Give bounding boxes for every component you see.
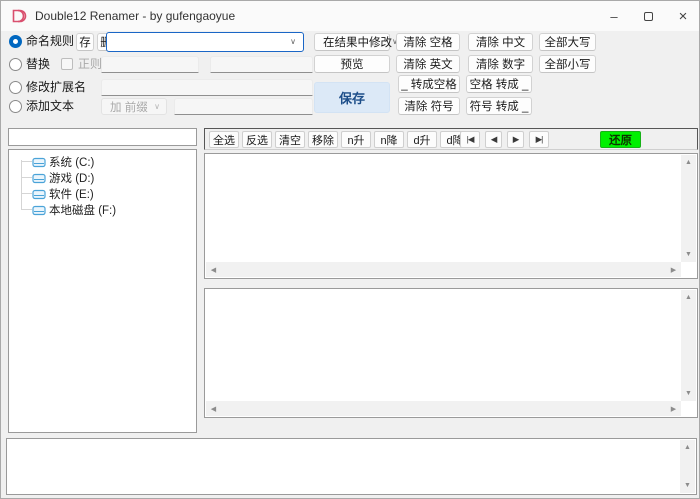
- log-panel[interactable]: ▲ ▼: [6, 438, 697, 495]
- tree-item-label: 本地磁盘 (F:): [49, 202, 116, 218]
- app-icon: [11, 8, 27, 24]
- path-filter-input[interactable]: [8, 128, 197, 146]
- scope-select-value: 在结果中修改: [323, 34, 392, 50]
- radio-extension[interactable]: [9, 81, 22, 94]
- extension-field: [101, 79, 313, 96]
- chevron-down-icon: ∨: [290, 38, 296, 46]
- skip-first-icon: |◀: [467, 134, 474, 145]
- arrow-right-icon: ▶: [513, 134, 519, 145]
- radio-addtext[interactable]: [9, 100, 22, 113]
- tree-item-label: 游戏 (D:): [49, 170, 94, 186]
- nav-prev-button[interactable]: ◀: [485, 131, 502, 148]
- replace-find-field: [101, 56, 199, 73]
- sort-date-asc-button[interactable]: d升: [407, 131, 437, 148]
- maximize-button[interactable]: [631, 1, 665, 31]
- drive-icon: [32, 205, 46, 216]
- window-title: Double12 Renamer - by gufengaoyue: [35, 1, 235, 31]
- addtext-mode-value: 加 前缀: [110, 99, 148, 115]
- replace-with-field: [210, 56, 313, 73]
- drive-icon: [32, 189, 46, 200]
- radio-addtext-label: 添加文本: [26, 99, 74, 114]
- addtext-field: [174, 98, 313, 115]
- uppercase-button[interactable]: 全部大写: [539, 33, 596, 51]
- result-list-panel[interactable]: ▲ ▼ ◀ ▶: [204, 288, 698, 418]
- radio-replace-label: 替换: [26, 57, 50, 72]
- source-list-panel[interactable]: ▲ ▼ ◀ ▶: [204, 153, 698, 279]
- invert-select-button[interactable]: 反选: [242, 131, 272, 148]
- restore-button[interactable]: 还原: [600, 131, 641, 148]
- scroll-left-icon[interactable]: ◀: [206, 262, 221, 277]
- addtext-mode-select: 加 前缀 ∨: [101, 98, 167, 115]
- scroll-down-icon[interactable]: ▼: [680, 478, 695, 493]
- drive-icon: [32, 173, 46, 184]
- preview-button[interactable]: 预览: [314, 55, 390, 73]
- tree-item-drive-c[interactable]: 系统 (C:): [9, 154, 196, 170]
- clear-english-button[interactable]: 清除 英文: [396, 55, 460, 73]
- regex-checkbox: [61, 58, 73, 70]
- tree-item-label: 系统 (C:): [49, 154, 94, 170]
- save-button[interactable]: 保存: [314, 82, 390, 113]
- nav-next-button[interactable]: ▶: [507, 131, 524, 148]
- scroll-up-icon[interactable]: ▲: [681, 155, 696, 170]
- source-list-vscrollbar[interactable]: ▲ ▼: [681, 155, 696, 262]
- radio-naming-rule[interactable]: [9, 35, 22, 48]
- scope-select[interactable]: 在结果中修改 ∨: [314, 33, 390, 51]
- underscore-to-space-button[interactable]: _ 转成空格: [398, 75, 460, 93]
- sort-name-asc-button[interactable]: n升: [341, 131, 371, 148]
- minimize-button[interactable]: –: [597, 1, 631, 31]
- list-toolbar: 全选 反选 清空 移除 n升 n降 d升 d降 |◀ ◀ ▶ ▶| 还原: [204, 128, 698, 150]
- space-to-underscore-button[interactable]: 空格 转成 _: [466, 75, 532, 93]
- clear-spaces-button[interactable]: 清除 空格: [396, 33, 460, 51]
- drive-tree-panel[interactable]: 系统 (C:) 游戏 (D:) 软件 (E:) 本地磁盘 (F:): [8, 149, 197, 433]
- tree-item-drive-d[interactable]: 游戏 (D:): [9, 170, 196, 186]
- save-rule-button[interactable]: 存: [76, 33, 94, 51]
- app-window: Double12 Renamer - by gufengaoyue – × 命名…: [0, 0, 700, 499]
- scroll-down-icon[interactable]: ▼: [681, 247, 696, 262]
- log-vscrollbar[interactable]: ▲ ▼: [680, 440, 695, 493]
- tree-item-drive-f[interactable]: 本地磁盘 (F:): [9, 202, 196, 218]
- regex-checkbox-label: 正则: [78, 57, 102, 72]
- maximize-icon: [644, 12, 653, 21]
- scroll-left-icon[interactable]: ◀: [206, 401, 221, 416]
- radio-extension-label: 修改扩展名: [26, 80, 86, 95]
- close-button[interactable]: ×: [665, 1, 700, 31]
- close-icon: ×: [679, 8, 688, 25]
- radio-naming-rule-label: 命名规则: [26, 34, 74, 49]
- nav-last-button[interactable]: ▶|: [529, 131, 549, 148]
- clear-symbols-button[interactable]: 清除 符号: [398, 97, 460, 115]
- scroll-right-icon[interactable]: ▶: [666, 262, 681, 277]
- select-all-button[interactable]: 全选: [209, 131, 239, 148]
- skip-last-icon: ▶|: [536, 134, 543, 145]
- tree-item-label: 软件 (E:): [49, 186, 94, 202]
- remove-button[interactable]: 移除: [308, 131, 338, 148]
- lowercase-button[interactable]: 全部小写: [539, 55, 596, 73]
- sort-name-desc-button[interactable]: n降: [374, 131, 404, 148]
- nav-first-button[interactable]: |◀: [460, 131, 480, 148]
- scroll-up-icon[interactable]: ▲: [680, 440, 695, 455]
- clear-list-button[interactable]: 清空: [275, 131, 305, 148]
- tree-item-drive-e[interactable]: 软件 (E:): [9, 186, 196, 202]
- symbol-to-underscore-button[interactable]: 符号 转成 _: [466, 97, 532, 115]
- title-bar: Double12 Renamer - by gufengaoyue – ×: [1, 1, 700, 31]
- scroll-down-icon[interactable]: ▼: [681, 386, 696, 401]
- minimize-icon: –: [610, 9, 617, 24]
- result-list-vscrollbar[interactable]: ▲ ▼: [681, 290, 696, 401]
- chevron-down-icon: ∨: [154, 103, 160, 111]
- clear-chinese-button[interactable]: 清除 中文: [468, 33, 533, 51]
- radio-replace[interactable]: [9, 58, 22, 71]
- scroll-up-icon[interactable]: ▲: [681, 290, 696, 305]
- arrow-left-icon: ◀: [491, 134, 497, 145]
- clear-digits-button[interactable]: 清除 数字: [468, 55, 533, 73]
- rule-combobox[interactable]: ∨: [106, 32, 304, 52]
- result-list-hscrollbar[interactable]: ◀ ▶: [206, 401, 681, 416]
- scroll-right-icon[interactable]: ▶: [666, 401, 681, 416]
- drive-icon: [32, 157, 46, 168]
- source-list-hscrollbar[interactable]: ◀ ▶: [206, 262, 681, 277]
